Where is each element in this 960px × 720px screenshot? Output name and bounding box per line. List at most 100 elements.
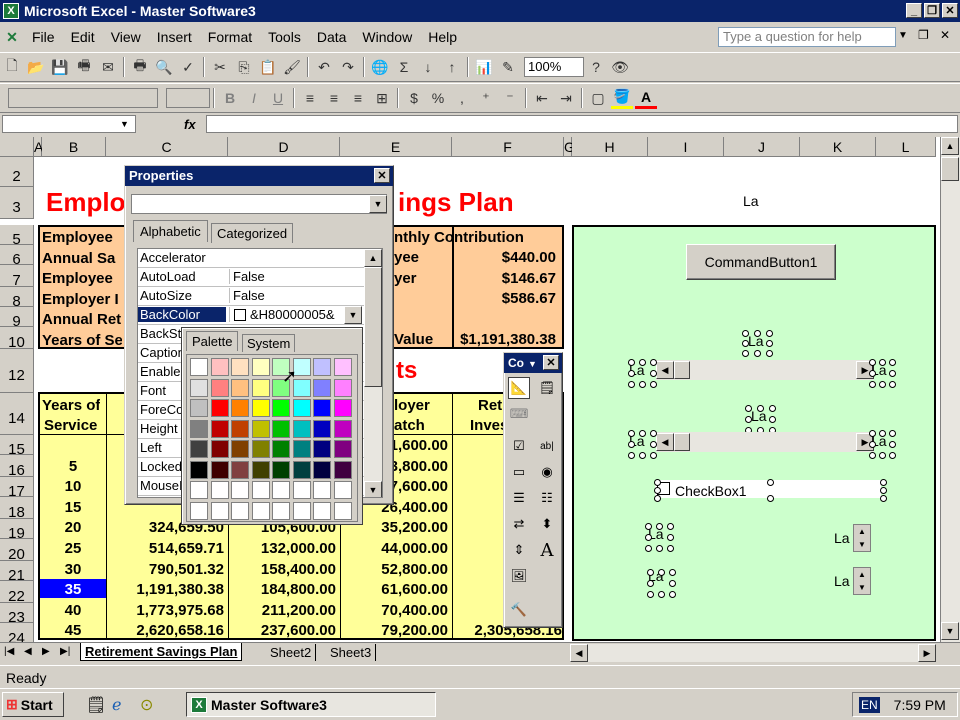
menu-file[interactable]: File	[24, 29, 63, 45]
paste-icon[interactable]: 📋	[257, 56, 279, 78]
selection-handle[interactable]	[889, 359, 896, 366]
combobox-tool-icon[interactable]: ☷	[536, 487, 558, 509]
color-swatch[interactable]	[190, 399, 208, 417]
color-swatch[interactable]	[190, 419, 208, 438]
prop-scroll-thumb[interactable]	[364, 267, 382, 387]
selection-handle[interactable]	[667, 534, 674, 541]
color-swatch[interactable]	[231, 460, 249, 479]
selection-handle[interactable]	[766, 350, 773, 357]
selection-handle[interactable]	[889, 381, 896, 388]
property-value[interactable]: False	[229, 288, 364, 303]
selection-handle[interactable]	[639, 381, 646, 388]
undo-icon[interactable]: ↶	[313, 56, 335, 78]
selection-handle[interactable]	[669, 591, 676, 598]
color-swatch[interactable]	[313, 419, 331, 438]
color-swatch[interactable]	[251, 419, 270, 438]
selection-handle[interactable]	[879, 452, 886, 459]
increase-decimal-icon[interactable]: ⁺	[475, 87, 497, 109]
selection-handle[interactable]	[754, 350, 761, 357]
zoom-select[interactable]: 100%	[524, 57, 584, 77]
scrollbar-left-icon[interactable]: ◀	[656, 433, 674, 451]
col-header-k[interactable]: K	[800, 137, 876, 157]
selection-handle[interactable]	[869, 452, 876, 459]
color-swatch[interactable]	[333, 460, 352, 479]
row-header-9[interactable]: 9	[0, 307, 34, 330]
font-color-icon[interactable]: A	[635, 87, 657, 109]
selection-handle[interactable]	[645, 545, 652, 552]
quicklaunch-ie-icon[interactable]: ℯ	[112, 695, 121, 715]
close-button[interactable]: ✕	[942, 3, 958, 18]
selection-handle[interactable]	[650, 430, 657, 437]
color-swatch[interactable]	[333, 481, 352, 499]
property-row[interactable]: BackColor &H80000005& ▼	[138, 306, 364, 325]
properties-scrollbar[interactable]: ▲ ▼	[364, 249, 382, 497]
name-box[interactable]	[2, 115, 136, 133]
backcolor-dropdown-icon[interactable]: ▼	[344, 306, 362, 324]
more-controls-icon[interactable]: 🔨	[508, 599, 530, 621]
color-swatch[interactable]	[292, 419, 311, 438]
permission-icon[interactable]: 🖷	[73, 56, 95, 78]
color-swatch[interactable]	[251, 501, 270, 520]
menu-insert[interactable]: Insert	[149, 29, 200, 45]
underline-icon[interactable]: U	[267, 87, 289, 109]
next-sheet-icon[interactable]: ▶	[42, 646, 50, 657]
save-icon[interactable]: 💾	[49, 56, 71, 78]
color-swatch[interactable]	[292, 440, 311, 458]
color-swatch[interactable]	[292, 399, 311, 417]
fx-icon[interactable]: fx	[184, 117, 204, 132]
row-header-6[interactable]: 6	[0, 245, 34, 268]
color-swatch[interactable]	[333, 501, 352, 520]
menu-help[interactable]: Help	[420, 29, 465, 45]
color-swatch[interactable]	[313, 378, 331, 397]
color-swatch[interactable]	[231, 358, 249, 376]
selection-handle[interactable]	[650, 452, 657, 459]
toolbox-dropdown-icon[interactable]: ▼	[528, 359, 537, 369]
selection-handle[interactable]	[650, 441, 657, 448]
row-header-20[interactable]: 20	[0, 539, 34, 563]
selection-handle[interactable]	[769, 405, 776, 412]
menu-format[interactable]: Format	[200, 29, 260, 45]
start-button[interactable]: ⊞ Start	[2, 692, 64, 717]
col-header-f[interactable]: F	[452, 137, 564, 157]
color-swatch[interactable]	[313, 460, 331, 479]
row-header-8[interactable]: 8	[0, 287, 34, 310]
color-swatch[interactable]	[210, 419, 229, 438]
selection-handle[interactable]	[628, 441, 635, 448]
listbox-tool-icon[interactable]: ☰	[508, 487, 530, 509]
form-label[interactable]: La	[834, 530, 850, 546]
selection-handle[interactable]	[639, 430, 646, 437]
property-value[interactable]: False	[229, 269, 364, 284]
button-tool-icon[interactable]: ▭	[508, 461, 530, 483]
drawing-icon[interactable]: ✎	[497, 56, 519, 78]
first-sheet-icon[interactable]: |◀	[4, 646, 14, 657]
selection-handle[interactable]	[889, 441, 896, 448]
tab-palette[interactable]: Palette	[186, 331, 239, 351]
color-swatch[interactable]	[210, 358, 229, 376]
selection-handle[interactable]	[754, 330, 761, 337]
color-swatch[interactable]	[251, 378, 270, 397]
color-swatch[interactable]	[272, 501, 290, 520]
label-tool-icon[interactable]: A	[536, 539, 558, 561]
selection-handle[interactable]	[869, 381, 876, 388]
color-swatch[interactable]	[210, 378, 229, 397]
view-icon[interactable]: 👁	[609, 56, 631, 78]
increase-indent-icon[interactable]: ⇥	[555, 87, 577, 109]
selection-handle[interactable]	[869, 370, 876, 377]
selection-handle[interactable]	[639, 452, 646, 459]
selection-handle[interactable]	[628, 430, 635, 437]
selection-handle[interactable]	[658, 591, 665, 598]
spin-tool-icon[interactable]: ⬍	[536, 513, 558, 535]
selection-handle[interactable]	[647, 569, 654, 576]
selection-handle[interactable]	[879, 359, 886, 366]
textbox-tool-icon[interactable]: ab|	[536, 435, 558, 457]
color-swatch[interactable]	[272, 460, 290, 479]
color-swatch[interactable]	[313, 501, 331, 520]
col-header-e[interactable]: E	[340, 137, 452, 157]
font-select[interactable]	[8, 88, 158, 108]
checkbox-tool-icon[interactable]: ☑	[508, 435, 530, 457]
color-swatch[interactable]	[292, 501, 311, 520]
selection-handle[interactable]	[742, 340, 749, 347]
color-swatch[interactable]	[210, 460, 229, 479]
tab-system[interactable]: System	[242, 334, 296, 352]
selection-handle[interactable]	[769, 416, 776, 423]
